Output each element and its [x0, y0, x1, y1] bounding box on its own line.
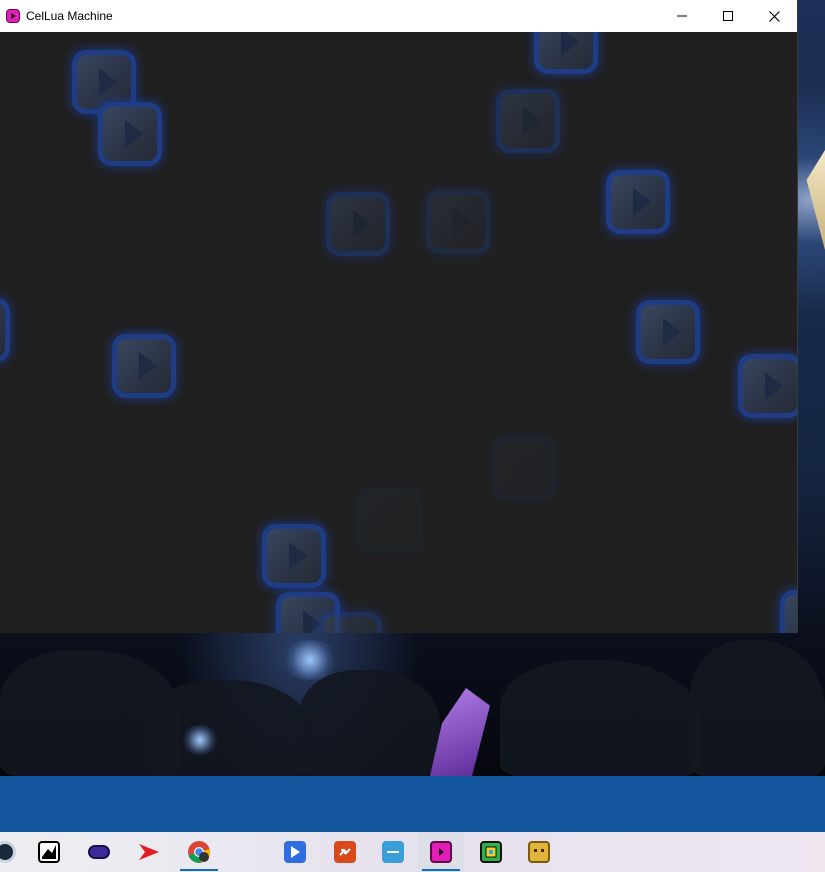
- window-title: CelLua Machine: [26, 9, 113, 23]
- taskbar-steam[interactable]: [0, 832, 28, 872]
- chrome-icon: [188, 841, 210, 863]
- minimize-icon: [677, 15, 687, 17]
- taskbar-transfer-app[interactable]: [322, 832, 368, 872]
- inkscape-icon: [38, 841, 60, 863]
- cellua-taskbar-icon: [430, 841, 452, 863]
- wallpaper-glow: [180, 725, 220, 755]
- wallpaper-crystal-spike: [806, 150, 825, 250]
- taskbar-cellua[interactable]: [418, 832, 464, 872]
- taskbar-tpc-app[interactable]: [370, 832, 416, 872]
- wallpaper-rock: [500, 660, 700, 776]
- taskbar-inkscape[interactable]: [26, 832, 72, 872]
- close-button[interactable]: [751, 0, 797, 32]
- taskbar-red-arrow-app[interactable]: [126, 832, 172, 872]
- wallpaper-rock: [150, 680, 310, 776]
- taskbar: [0, 832, 825, 872]
- mover-cell: [326, 192, 390, 256]
- mover-cell: [496, 89, 560, 153]
- taskbar-video-editor[interactable]: [272, 832, 318, 872]
- tpc-app-icon: [382, 841, 404, 863]
- mover-cell: [0, 298, 10, 362]
- title-bar[interactable]: CelLua Machine: [0, 0, 797, 32]
- wallpaper-rock: [690, 640, 825, 776]
- window-controls: [659, 0, 797, 32]
- cube-game-icon: [528, 841, 550, 863]
- video-editor-icon: [284, 841, 306, 863]
- steam-icon: [0, 841, 16, 863]
- wallpaper-glow: [280, 640, 340, 680]
- geometry-dash-icon: [480, 841, 502, 863]
- transfer-app-icon: [334, 841, 356, 863]
- app-window: CelLua Machine: [0, 0, 797, 633]
- mover-cell: [358, 488, 422, 552]
- mover-cell: [112, 334, 176, 398]
- game-canvas[interactable]: [0, 32, 797, 633]
- mover-cell: [492, 436, 556, 500]
- mover-cell: [426, 190, 490, 254]
- mover-cell: [98, 102, 162, 166]
- gamepad-app-icon: [88, 845, 110, 859]
- mover-cell: [262, 524, 326, 588]
- mover-cell: [534, 32, 598, 74]
- maximize-button[interactable]: [705, 0, 751, 32]
- taskbar-chrome[interactable]: [176, 832, 222, 872]
- desktop-blue-band: [0, 776, 825, 832]
- red-arrow-app-icon: [139, 844, 159, 860]
- wallpaper-rock: [300, 670, 440, 776]
- minimize-button[interactable]: [659, 0, 705, 32]
- cellua-app-icon: [6, 9, 20, 23]
- mover-cell: [318, 612, 382, 633]
- taskbar-gamepad-app[interactable]: [76, 832, 122, 872]
- close-icon: [768, 10, 780, 22]
- mover-cell: [606, 170, 670, 234]
- mover-cell: [780, 590, 797, 633]
- maximize-icon: [723, 11, 733, 21]
- mover-cell: [636, 300, 700, 364]
- taskbar-geometry-dash[interactable]: [468, 832, 514, 872]
- mover-cell: [738, 354, 797, 418]
- taskbar-cube-game[interactable]: [516, 832, 562, 872]
